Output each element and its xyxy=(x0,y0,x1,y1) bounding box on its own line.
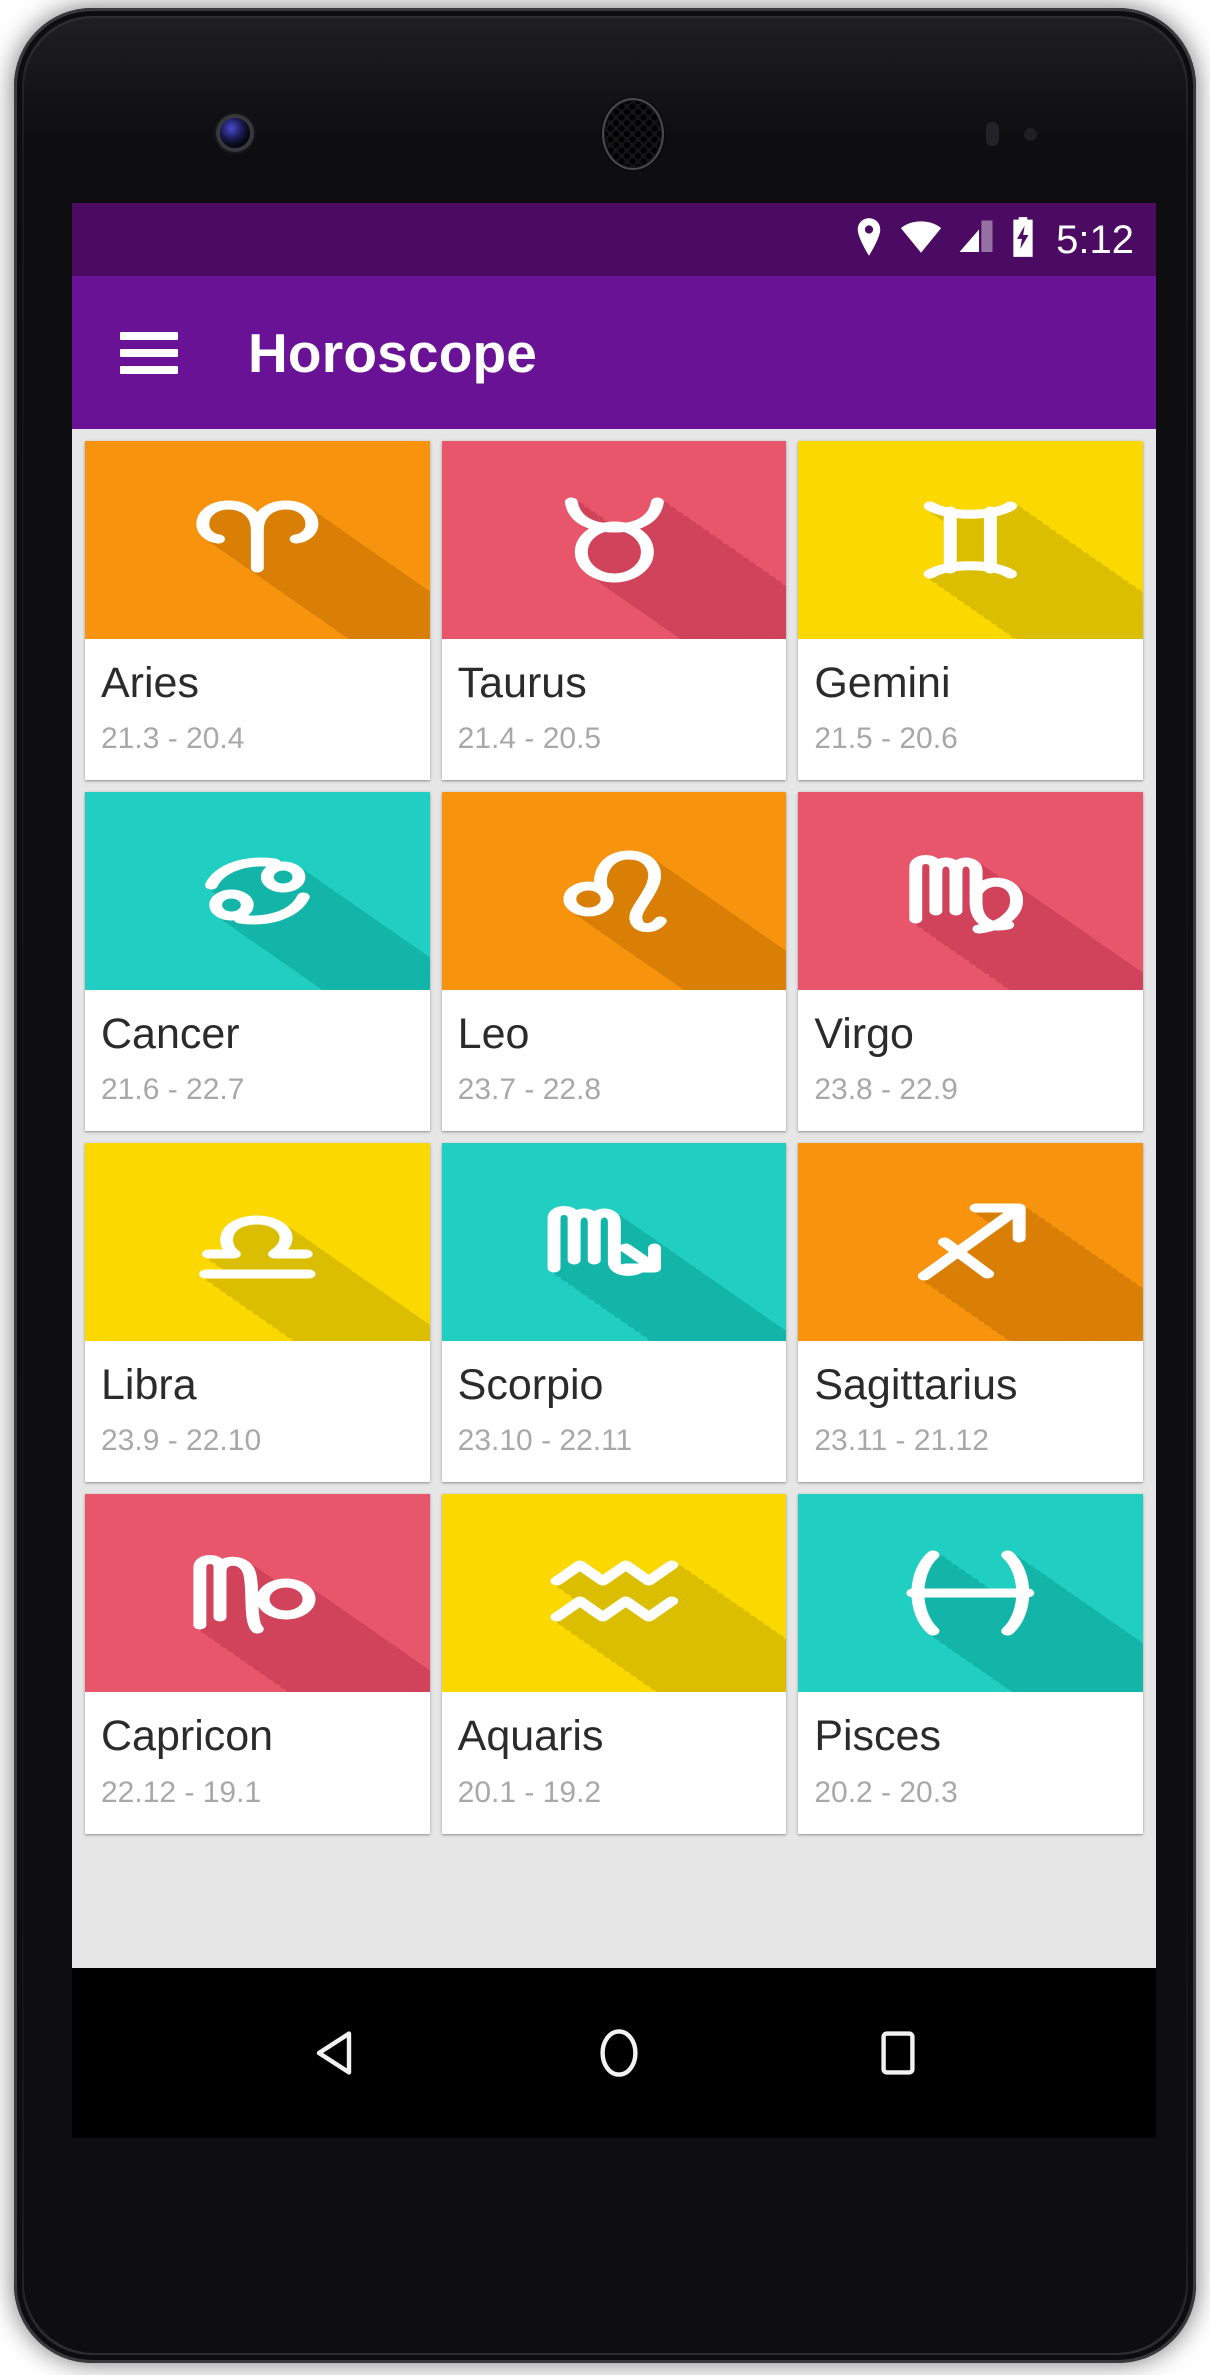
home-circle-icon[interactable] xyxy=(600,2029,638,2077)
zodiac-date-range: 22.12 - 19.1 xyxy=(101,1775,262,1809)
leo-icon xyxy=(442,792,787,990)
page-title: Horoscope xyxy=(248,321,538,384)
zodiac-name: Pisces xyxy=(814,1712,941,1761)
zodiac-card-body: Capricon 22.12 - 19.1 xyxy=(85,1692,430,1833)
zodiac-card-body: Pisces 20.2 - 20.3 xyxy=(798,1692,1143,1833)
aquarius-icon xyxy=(442,1494,787,1692)
zodiac-name: Taurus xyxy=(457,659,587,707)
zodiac-date-range: 21.4 - 20.5 xyxy=(457,722,602,756)
zodiac-card[interactable]: Cancer 21.6 - 22.7 xyxy=(85,792,430,1132)
taurus-icon xyxy=(442,441,787,639)
zodiac-card-body: Scorpio 23.10 - 22.11 xyxy=(442,1341,787,1482)
zodiac-grid-scroll-area[interactable]: Aries 21.3 - 20.4 Taurus 21.4 - 20.5 Gem… xyxy=(72,429,1156,1968)
zodiac-date-range: 21.3 - 20.4 xyxy=(101,722,245,756)
battery-charging-icon xyxy=(1010,217,1036,262)
zodiac-card-body: Libra 23.9 - 22.10 xyxy=(85,1341,430,1482)
zodiac-name: Aries xyxy=(101,659,199,707)
phone-bezel: 5:12 Horoscope Aries 21.3 - 20.4 Taurus … xyxy=(24,18,1186,2353)
zodiac-date-range: 23.8 - 22.9 xyxy=(814,1073,958,1107)
zodiac-card[interactable]: Capricon 22.12 - 19.1 xyxy=(85,1494,430,1834)
sagittarius-icon xyxy=(798,1143,1143,1341)
zodiac-card-art xyxy=(798,441,1143,639)
front-camera-icon xyxy=(220,118,250,148)
zodiac-date-range: 20.1 - 19.2 xyxy=(457,1775,602,1809)
zodiac-card[interactable]: Sagittarius 23.11 - 21.12 xyxy=(798,1143,1143,1483)
zodiac-date-range: 23.10 - 22.11 xyxy=(457,1424,633,1458)
status-bar: 5:12 xyxy=(72,203,1156,276)
zodiac-card-art xyxy=(85,1494,430,1693)
zodiac-card-body: Leo 23.7 - 22.8 xyxy=(442,990,787,1131)
zodiac-card-body: Aries 21.3 - 20.4 xyxy=(85,639,430,780)
zodiac-date-range: 23.11 - 21.12 xyxy=(814,1424,989,1458)
light-sensor-icon xyxy=(1024,128,1037,141)
libra-icon xyxy=(85,1143,430,1341)
cancer-icon xyxy=(85,792,430,990)
zodiac-date-range: 20.2 - 20.3 xyxy=(814,1775,958,1809)
zodiac-date-range: 23.7 - 22.8 xyxy=(457,1073,602,1107)
zodiac-card[interactable]: Libra 23.9 - 22.10 xyxy=(85,1143,430,1483)
zodiac-card[interactable]: Leo 23.7 - 22.8 xyxy=(441,792,787,1132)
cell-signal-icon xyxy=(958,220,994,259)
status-bar-clock: 5:12 xyxy=(1056,217,1134,262)
zodiac-card-body: Taurus 21.4 - 20.5 xyxy=(442,639,787,780)
zodiac-date-range: 23.9 - 22.10 xyxy=(101,1424,262,1458)
zodiac-card-body: Gemini 21.5 - 20.6 xyxy=(798,639,1143,780)
zodiac-card-art xyxy=(441,1494,787,1693)
zodiac-name: Virgo xyxy=(814,1010,914,1059)
zodiac-card[interactable]: Scorpio 23.10 - 22.11 xyxy=(441,1143,787,1483)
capricorn-icon xyxy=(85,1494,430,1692)
pisces-icon xyxy=(798,1494,1143,1692)
back-triangle-icon[interactable] xyxy=(313,2030,357,2076)
zodiac-name: Cancer xyxy=(101,1010,240,1059)
zodiac-card-art xyxy=(441,1143,787,1342)
zodiac-card-art xyxy=(85,792,430,991)
zodiac-card[interactable]: Virgo 23.8 - 22.9 xyxy=(798,792,1143,1132)
zodiac-card[interactable]: Gemini 21.5 - 20.6 xyxy=(798,441,1143,781)
wifi-icon xyxy=(900,220,942,259)
gemini-icon xyxy=(798,441,1143,639)
zodiac-card[interactable]: Aquaris 20.1 - 19.2 xyxy=(441,1494,787,1834)
zodiac-card-art xyxy=(85,1143,430,1342)
zodiac-card-art xyxy=(85,441,430,639)
zodiac-name: Scorpio xyxy=(457,1361,604,1410)
zodiac-card[interactable]: Aries 21.3 - 20.4 xyxy=(85,441,430,781)
zodiac-date-range: 21.6 - 22.7 xyxy=(101,1073,245,1107)
zodiac-date-range: 21.5 - 20.6 xyxy=(814,722,958,756)
earpiece-speaker-icon xyxy=(602,98,664,170)
zodiac-name: Aquaris xyxy=(457,1712,604,1761)
zodiac-card-art xyxy=(798,792,1143,991)
zodiac-name: Libra xyxy=(101,1361,197,1410)
zodiac-card-body: Aquaris 20.1 - 19.2 xyxy=(442,1692,787,1833)
zodiac-card-art xyxy=(798,1143,1143,1342)
zodiac-card-art xyxy=(441,792,787,991)
zodiac-name: Gemini xyxy=(814,659,951,707)
zodiac-card[interactable]: Pisces 20.2 - 20.3 xyxy=(798,1494,1143,1834)
location-pin-icon xyxy=(854,218,884,261)
recents-square-icon[interactable] xyxy=(881,2031,915,2075)
aries-icon xyxy=(85,441,430,639)
phone-screen: 5:12 Horoscope Aries 21.3 - 20.4 Taurus … xyxy=(72,203,1156,2138)
zodiac-card-body: Cancer 21.6 - 22.7 xyxy=(85,990,430,1131)
phone-device-frame: 5:12 Horoscope Aries 21.3 - 20.4 Taurus … xyxy=(14,8,1196,2363)
zodiac-card-art xyxy=(441,441,787,639)
app-bar: Horoscope xyxy=(72,276,1156,429)
zodiac-name: Sagittarius xyxy=(814,1361,1018,1410)
proximity-sensor-icon xyxy=(986,122,999,146)
zodiac-grid: Aries 21.3 - 20.4 Taurus 21.4 - 20.5 Gem… xyxy=(85,441,1143,1834)
zodiac-card-body: Sagittarius 23.11 - 21.12 xyxy=(798,1341,1143,1482)
android-navigation-bar xyxy=(72,1968,1156,2138)
hamburger-menu-icon[interactable] xyxy=(120,331,178,374)
zodiac-card-art xyxy=(798,1494,1143,1693)
zodiac-name: Capricon xyxy=(101,1712,274,1761)
zodiac-card[interactable]: Taurus 21.4 - 20.5 xyxy=(441,441,787,781)
scorpio-icon xyxy=(442,1143,787,1341)
zodiac-card-body: Virgo 23.8 - 22.9 xyxy=(798,990,1143,1131)
virgo-icon xyxy=(798,792,1143,990)
zodiac-name: Leo xyxy=(457,1010,530,1059)
